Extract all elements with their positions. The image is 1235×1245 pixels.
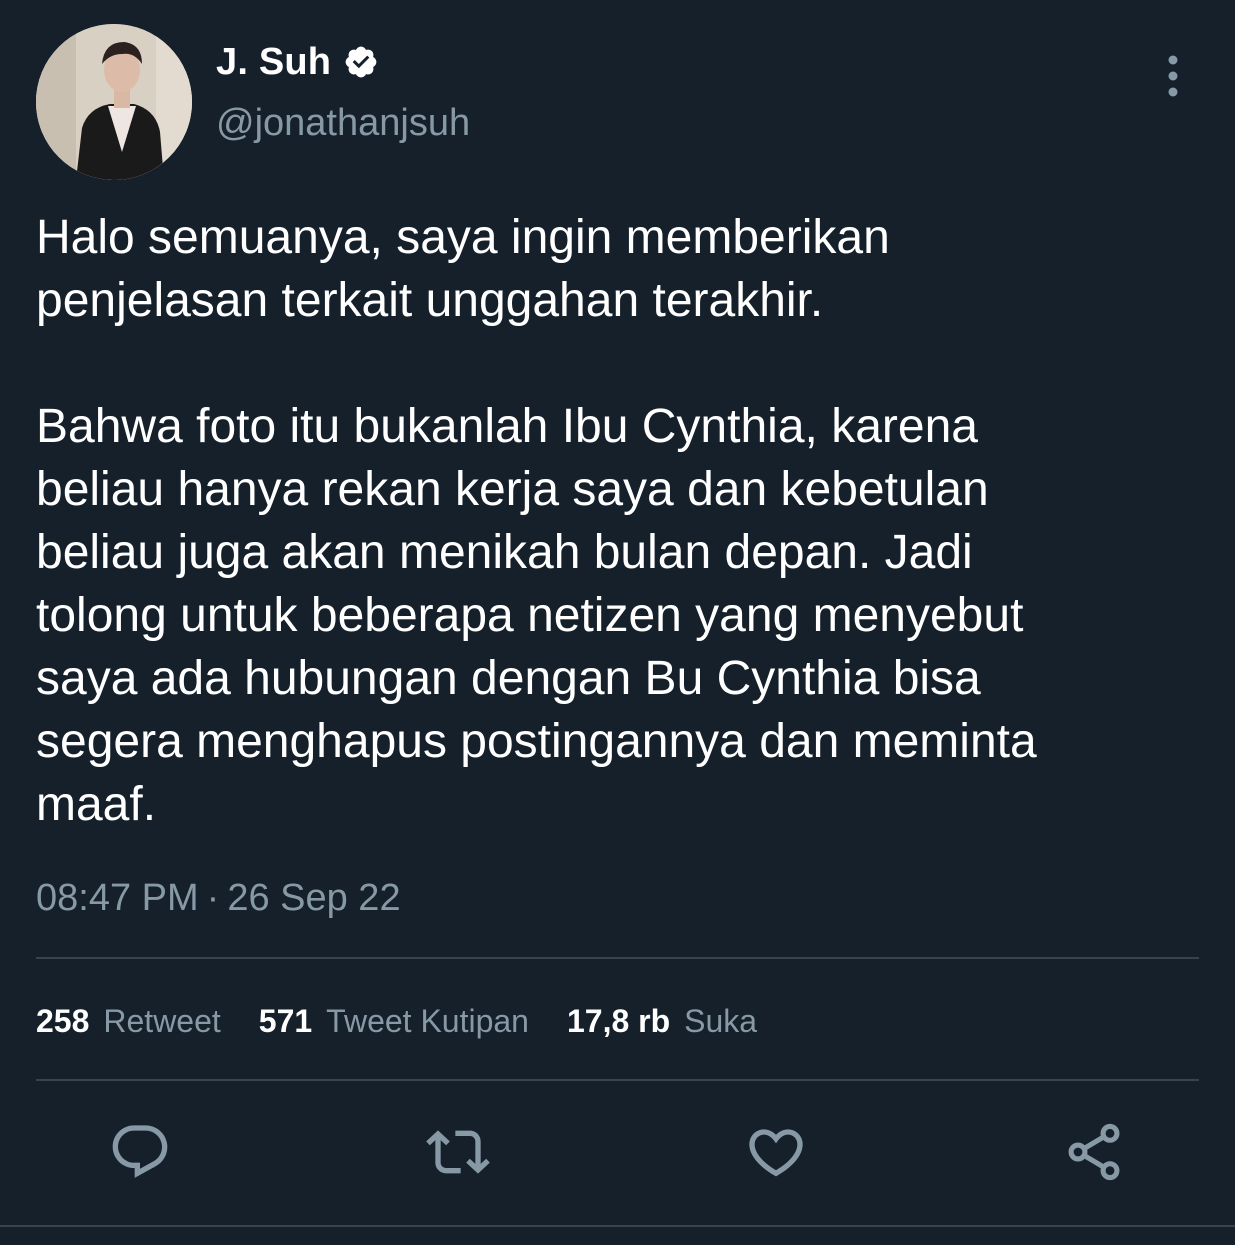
author-name-row: J. Suh [216,38,379,86]
divider [0,1225,1235,1227]
share-icon [1068,1123,1120,1181]
divider [36,957,1199,959]
tweet-timestamp[interactable]: 08:47 PM · 26 Sep 22 [36,877,401,920]
retweet-count-link[interactable]: 258 Retweet [36,1003,221,1040]
quote-tweet-label: Tweet Kutipan [326,1002,529,1039]
retweet-label: Retweet [103,1002,221,1039]
tweet-date: 26 Sep 22 [227,877,401,919]
reply-icon [112,1125,168,1178]
verified-badge-icon [343,44,379,80]
like-count-link[interactable]: 17,8 rb Suka [567,1003,757,1040]
like-count: 17,8 rb [566,1002,671,1039]
reply-button[interactable] [108,1120,172,1184]
timestamp-separator: · [206,877,220,919]
tweet-text: Halo semuanya, saya ingin memberikan pen… [36,211,1037,831]
tweet-stats: 258 Retweet 571 Tweet Kutipan 17,8 rb Su… [36,998,795,1044]
like-icon [749,1129,803,1177]
tweet-detail: J. Suh @jonathanjsuh Halo semuanya, saya… [0,0,1235,1245]
quote-tweet-count: 571 [258,1002,313,1039]
tweet-actions-bar [0,1100,1235,1210]
avatar-image [36,24,192,180]
retweet-button[interactable] [426,1120,490,1184]
like-button[interactable] [744,1120,808,1184]
tweet-header: J. Suh @jonathanjsuh [36,24,1199,184]
more-options-icon[interactable] [1161,54,1185,98]
quote-tweet-count-link[interactable]: 571 Tweet Kutipan [259,1003,529,1040]
author-display-name[interactable]: J. Suh [216,41,331,84]
divider [36,1079,1199,1081]
like-label: Suka [684,1002,758,1039]
avatar[interactable] [36,24,192,180]
tweet-time: 08:47 PM [36,877,199,919]
share-button[interactable] [1062,1120,1126,1184]
retweet-count: 258 [36,1002,90,1039]
retweet-icon [426,1130,490,1174]
author-handle[interactable]: @jonathanjsuh [216,102,470,145]
